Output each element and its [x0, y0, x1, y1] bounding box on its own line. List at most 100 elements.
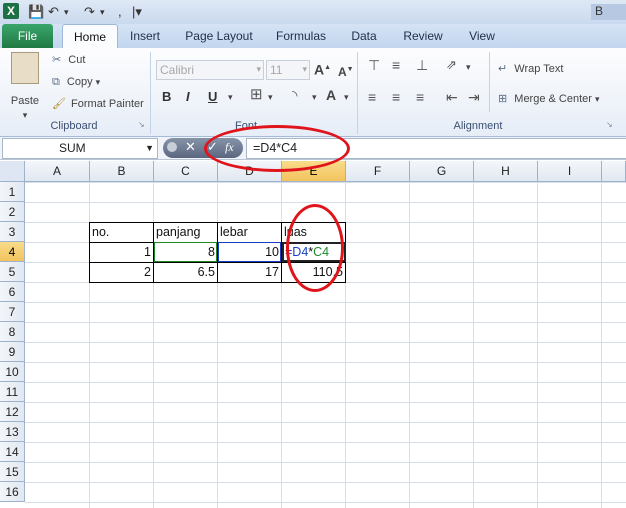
column-header-g[interactable]: G — [410, 161, 474, 182]
row-header-10[interactable]: 10 — [0, 362, 25, 382]
cut-label: Cut — [68, 54, 86, 66]
row-header-3[interactable]: 3 — [0, 222, 25, 242]
chevron-down-icon: ▼ — [145, 143, 154, 153]
copy-button[interactable]: ⧉ Copy ▾ — [52, 75, 100, 89]
tab-data[interactable]: Data — [344, 26, 384, 46]
grow-font-icon[interactable]: A▲ — [314, 61, 331, 77]
save-icon[interactable]: 💾 — [28, 4, 44, 20]
copy-dropdown-icon: ▾ — [95, 77, 101, 87]
align-middle-icon[interactable]: ≡ — [392, 58, 400, 72]
row-header-13[interactable]: 13 — [0, 422, 25, 442]
tab-file[interactable]: File — [2, 24, 53, 48]
underline-dropdown-icon[interactable]: ▾ — [228, 90, 233, 104]
comma-icon[interactable]: , — [118, 4, 122, 20]
table-cell[interactable]: 8 — [154, 243, 217, 262]
align-left-icon[interactable]: ≡ — [368, 90, 376, 104]
italic-button[interactable]: I — [186, 90, 190, 104]
decrease-indent-icon[interactable]: ⇤ — [446, 90, 458, 104]
group-separator — [489, 52, 490, 112]
column-header-c[interactable]: C — [154, 161, 218, 182]
redo-icon[interactable]: ↷ — [84, 4, 95, 20]
select-all-corner[interactable] — [0, 161, 25, 182]
scissors-icon: ✂ — [52, 54, 62, 66]
column-header-h[interactable]: H — [474, 161, 538, 182]
table-cell[interactable]: 10 — [218, 243, 281, 262]
orientation-dropdown-icon[interactable]: ▾ — [466, 60, 471, 74]
borders-dropdown-icon[interactable]: ▾ — [268, 90, 273, 104]
dialog-launcher-icon[interactable]: ↘ — [138, 120, 145, 129]
wrap-text-label: Wrap Text — [514, 63, 564, 75]
column-header-f[interactable]: F — [346, 161, 410, 182]
undo-dropdown-icon[interactable]: ▾ — [64, 4, 69, 20]
shrink-font-icon[interactable]: A▼ — [338, 63, 354, 79]
table-cell[interactable]: 2 — [90, 263, 153, 282]
row-header-8[interactable]: 8 — [0, 322, 25, 342]
grid-line — [409, 182, 410, 508]
bold-button[interactable]: B — [162, 90, 171, 104]
align-center-icon[interactable]: ≡ — [392, 90, 400, 104]
column-header-b[interactable]: B — [90, 161, 154, 182]
row-header-15[interactable]: 15 — [0, 462, 25, 482]
row-header-9[interactable]: 9 — [0, 342, 25, 362]
tab-insert[interactable]: Insert — [123, 26, 167, 46]
row-header-5[interactable]: 5 — [0, 262, 25, 282]
tab-view[interactable]: View — [462, 26, 502, 46]
row-header-6[interactable]: 6 — [0, 282, 25, 302]
table-cell[interactable]: 17 — [218, 263, 281, 282]
borders-icon[interactable]: ⊞ — [250, 87, 263, 102]
dialog-launcher-icon[interactable]: ↘ — [606, 120, 613, 129]
font-size-select[interactable]: 11 ▾ — [266, 60, 310, 80]
grid-line — [473, 182, 474, 508]
column-header-partial[interactable] — [602, 161, 626, 182]
orientation-icon[interactable]: ⇗ — [446, 58, 457, 72]
row-header-1[interactable]: 1 — [0, 182, 25, 202]
align-bottom-icon[interactable]: ⊥ — [416, 58, 428, 72]
tab-home[interactable]: Home — [62, 24, 118, 50]
tab-review[interactable]: Review — [398, 26, 448, 46]
column-header-i[interactable]: I — [538, 161, 602, 182]
format-painter-label: Format Painter — [71, 98, 144, 110]
align-right-icon[interactable]: ≡ — [416, 90, 424, 104]
group-separator — [150, 52, 151, 134]
align-top-icon[interactable]: ⊤ — [368, 58, 380, 72]
row-header-14[interactable]: 14 — [0, 442, 25, 462]
undo-icon[interactable]: ↶ — [48, 4, 59, 20]
tab-page-layout[interactable]: Page Layout — [180, 26, 258, 46]
excel-logo-icon: X — [3, 3, 19, 19]
row-header-16[interactable]: 16 — [0, 482, 25, 502]
row-header-11[interactable]: 11 — [0, 382, 25, 402]
table-header-cell[interactable]: panjang — [154, 223, 217, 242]
merge-center-button[interactable]: ⊞ Merge & Center ▾ — [498, 92, 600, 106]
wrap-text-button[interactable]: ↵ Wrap Text — [498, 62, 563, 76]
format-painter-button[interactable]: 🖌 Format Painter — [52, 97, 144, 111]
redo-dropdown-icon[interactable]: ▾ — [100, 4, 105, 20]
grip-icon — [167, 142, 177, 152]
table-cell[interactable]: 6.5 — [154, 263, 217, 282]
paste-button[interactable]: Paste ▾ — [5, 52, 45, 120]
increase-indent-icon[interactable]: ⇥ — [468, 90, 480, 104]
customize-toolbar-icon[interactable]: |▾ — [132, 4, 142, 20]
font-color-dropdown-icon[interactable]: ▾ — [344, 90, 349, 104]
row-header-12[interactable]: 12 — [0, 402, 25, 422]
font-size-value: 11 — [270, 63, 283, 77]
row-header-4[interactable]: 4 — [0, 242, 25, 262]
font-name-select[interactable]: Calibri ▾ — [156, 60, 264, 80]
table-cell[interactable]: 1 — [90, 243, 153, 262]
name-box[interactable]: SUM ▼ — [2, 138, 158, 159]
table-header-cell[interactable]: lebar — [218, 223, 281, 242]
fill-color-icon[interactable]: ◝ — [292, 88, 297, 102]
table-header-cell[interactable]: no. — [90, 223, 153, 242]
fill-color-dropdown-icon[interactable]: ▾ — [312, 90, 317, 104]
copy-label: Copy — [66, 76, 93, 88]
cut-button[interactable]: ✂ Cut — [52, 53, 85, 67]
column-header-a[interactable]: A — [25, 161, 90, 182]
underline-button[interactable]: U — [208, 90, 217, 104]
font-color-icon[interactable]: A — [326, 88, 336, 102]
merge-icon: ⊞ — [498, 93, 508, 105]
row-header-7[interactable]: 7 — [0, 302, 25, 322]
cancel-icon[interactable]: ✕ — [185, 139, 196, 155]
row-header-2[interactable]: 2 — [0, 202, 25, 222]
grid-line — [537, 182, 538, 508]
font-name-value: Calibri — [160, 63, 195, 77]
tab-formulas[interactable]: Formulas — [270, 26, 332, 46]
